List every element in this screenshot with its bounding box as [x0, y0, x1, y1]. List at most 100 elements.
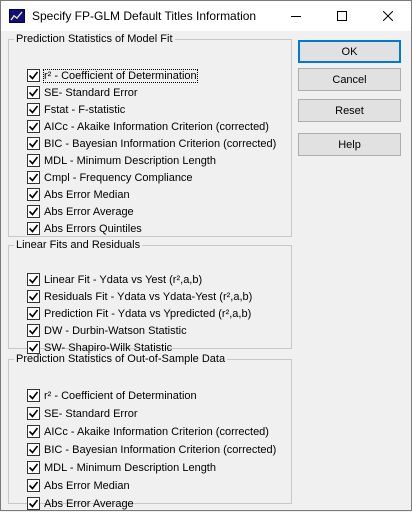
checkmark-icon — [28, 71, 39, 80]
checkbox[interactable] — [27, 69, 40, 82]
linear-fits-item-dw[interactable]: DW - Durbin-Watson Statistic — [27, 322, 187, 339]
checkmark-icon — [28, 481, 39, 490]
minimize-icon — [291, 16, 301, 17]
checkbox-label: DW - Durbin-Watson Statistic — [44, 324, 187, 337]
checkmark-icon — [28, 309, 39, 318]
model-fit-item-mdl[interactable]: MDL - Minimum Description Length — [27, 152, 216, 169]
model-fit-legend: Prediction Statistics of Model Fit — [16, 33, 173, 45]
checkbox-label: r² - Coefficient of Determination — [43, 68, 198, 83]
checkbox-label: Cmpl - Frequency Compliance — [44, 171, 193, 184]
help-button[interactable]: Help — [298, 133, 401, 156]
checkmark-icon — [28, 427, 39, 436]
checkbox-label: SE- Standard Error — [44, 407, 138, 420]
linear-fits-legend: Linear Fits and Residuals — [16, 239, 141, 251]
model-fit-item-abs-errors-quintiles[interactable]: Abs Errors Quintiles — [27, 220, 142, 237]
checkbox-label: Linear Fit - Ydata vs Yest (r²,a,b) — [44, 273, 203, 286]
dialog-window: Specify FP-GLM Default Titles Informatio… — [0, 0, 412, 511]
checkbox-label: Prediction Fit - Ydata vs Ypredicted (r²… — [44, 307, 252, 320]
checkbox[interactable] — [27, 120, 40, 133]
checkbox[interactable] — [27, 137, 40, 150]
checkbox[interactable] — [27, 497, 40, 510]
maximize-icon — [337, 11, 347, 21]
checkbox[interactable] — [27, 103, 40, 116]
out-of-sample-item-aicc[interactable]: AICc - Akaike Information Criterion (cor… — [27, 423, 269, 440]
checkbox[interactable] — [27, 273, 40, 286]
model-fit-item-r2[interactable]: r² - Coefficient of Determination — [27, 67, 198, 84]
checkbox[interactable] — [27, 461, 40, 474]
checkmark-icon — [28, 139, 39, 148]
checkbox[interactable] — [27, 307, 40, 320]
checkbox[interactable] — [27, 205, 40, 218]
cancel-button[interactable]: Cancel — [298, 68, 401, 91]
checkmark-icon — [28, 173, 39, 182]
checkbox[interactable] — [27, 290, 40, 303]
checkbox[interactable] — [27, 154, 40, 167]
linear-fits-item-residuals-fit[interactable]: Residuals Fit - Ydata vs Ydata-Yest (r²,… — [27, 288, 252, 305]
checkbox[interactable] — [27, 479, 40, 492]
out-of-sample-group: Prediction Statistics of Out-of-Sample D… — [8, 353, 292, 510]
out-of-sample-item-abs-error-median[interactable]: Abs Error Median — [27, 477, 130, 494]
checkmark-icon — [28, 391, 39, 400]
window-title: Specify FP-GLM Default Titles Informatio… — [32, 9, 257, 23]
model-fit-item-fstat[interactable]: Fstat - F-statistic — [27, 101, 125, 118]
checkbox-label: AICc - Akaike Information Criterion (cor… — [44, 120, 269, 133]
checkmark-icon — [28, 190, 39, 199]
checkmark-icon — [28, 156, 39, 165]
linear-fits-item-prediction-fit[interactable]: Prediction Fit - Ydata vs Ypredicted (r²… — [27, 305, 251, 322]
model-fit-item-bic[interactable]: BIC - Bayesian Information Criterion (co… — [27, 135, 276, 152]
out-of-sample-item-se[interactable]: SE- Standard Error — [27, 405, 138, 422]
checkmark-icon — [28, 445, 39, 454]
checkmark-icon — [28, 122, 39, 131]
model-fit-item-aicc[interactable]: AICc - Akaike Information Criterion (cor… — [27, 118, 269, 135]
checkbox-label: r² - Coefficient of Determination — [44, 389, 197, 402]
close-icon — [383, 11, 393, 21]
checkmark-icon — [28, 88, 39, 97]
checkmark-icon — [28, 409, 39, 418]
ok-button[interactable]: OK — [298, 40, 401, 63]
checkbox-label: SW- Shapiro-Wilk Statistic — [44, 341, 173, 354]
checkmark-icon — [28, 499, 39, 508]
checkbox-label: SE- Standard Error — [44, 86, 138, 99]
checkbox-label: BIC - Bayesian Information Criterion (co… — [44, 443, 277, 456]
model-fit-group: Prediction Statistics of Model Fit r² - … — [8, 33, 292, 237]
checkmark-icon — [28, 343, 39, 352]
model-fit-item-se[interactable]: SE- Standard Error — [27, 84, 138, 101]
out-of-sample-item-bic[interactable]: BIC - Bayesian Information Criterion (co… — [27, 441, 276, 458]
out-of-sample-item-abs-error-average[interactable]: Abs Error Average — [27, 495, 134, 512]
checkbox-label: Abs Error Median — [44, 479, 130, 492]
maximize-button[interactable] — [319, 1, 365, 31]
checkmark-icon — [28, 292, 39, 301]
checkmark-icon — [28, 275, 39, 284]
checkbox[interactable] — [27, 86, 40, 99]
checkbox-label: Abs Error Average — [44, 205, 134, 218]
model-fit-item-cmpl[interactable]: Cmpl - Frequency Compliance — [27, 169, 193, 186]
checkbox[interactable] — [27, 222, 40, 235]
out-of-sample-legend: Prediction Statistics of Out-of-Sample D… — [16, 353, 226, 365]
checkbox[interactable] — [27, 389, 40, 402]
checkbox-label: Residuals Fit - Ydata vs Ydata-Yest (r²,… — [44, 290, 253, 303]
out-of-sample-item-mdl[interactable]: MDL - Minimum Description Length — [27, 459, 216, 476]
minimize-button[interactable] — [273, 1, 319, 31]
checkmark-icon — [28, 326, 39, 335]
checkbox-label: MDL - Minimum Description Length — [44, 154, 216, 167]
linear-fits-group: Linear Fits and Residuals Linear Fit - Y… — [8, 239, 292, 354]
reset-button[interactable]: Reset — [298, 99, 401, 122]
checkmark-icon — [28, 463, 39, 472]
checkmark-icon — [28, 105, 39, 114]
checkbox[interactable] — [27, 324, 40, 337]
model-fit-item-abs-error-median[interactable]: Abs Error Median — [27, 186, 130, 203]
close-button[interactable] — [365, 1, 411, 31]
checkbox[interactable] — [27, 188, 40, 201]
linear-fits-item-linear-fit[interactable]: Linear Fit - Ydata vs Yest (r²,a,b) — [27, 271, 202, 288]
checkbox[interactable] — [27, 425, 40, 438]
model-fit-item-abs-error-average[interactable]: Abs Error Average — [27, 203, 134, 220]
checkbox[interactable] — [27, 171, 40, 184]
checkbox-label: Fstat - F-statistic — [44, 103, 126, 116]
out-of-sample-item-r2[interactable]: r² - Coefficient of Determination — [27, 387, 197, 404]
checkbox[interactable] — [27, 407, 40, 420]
checkbox-label: Abs Error Median — [44, 188, 130, 201]
checkbox-label: Abs Error Average — [44, 497, 134, 510]
checkbox-label: AICc - Akaike Information Criterion (cor… — [44, 425, 269, 438]
title-bar[interactable]: Specify FP-GLM Default Titles Informatio… — [1, 1, 411, 31]
checkbox[interactable] — [27, 443, 40, 456]
